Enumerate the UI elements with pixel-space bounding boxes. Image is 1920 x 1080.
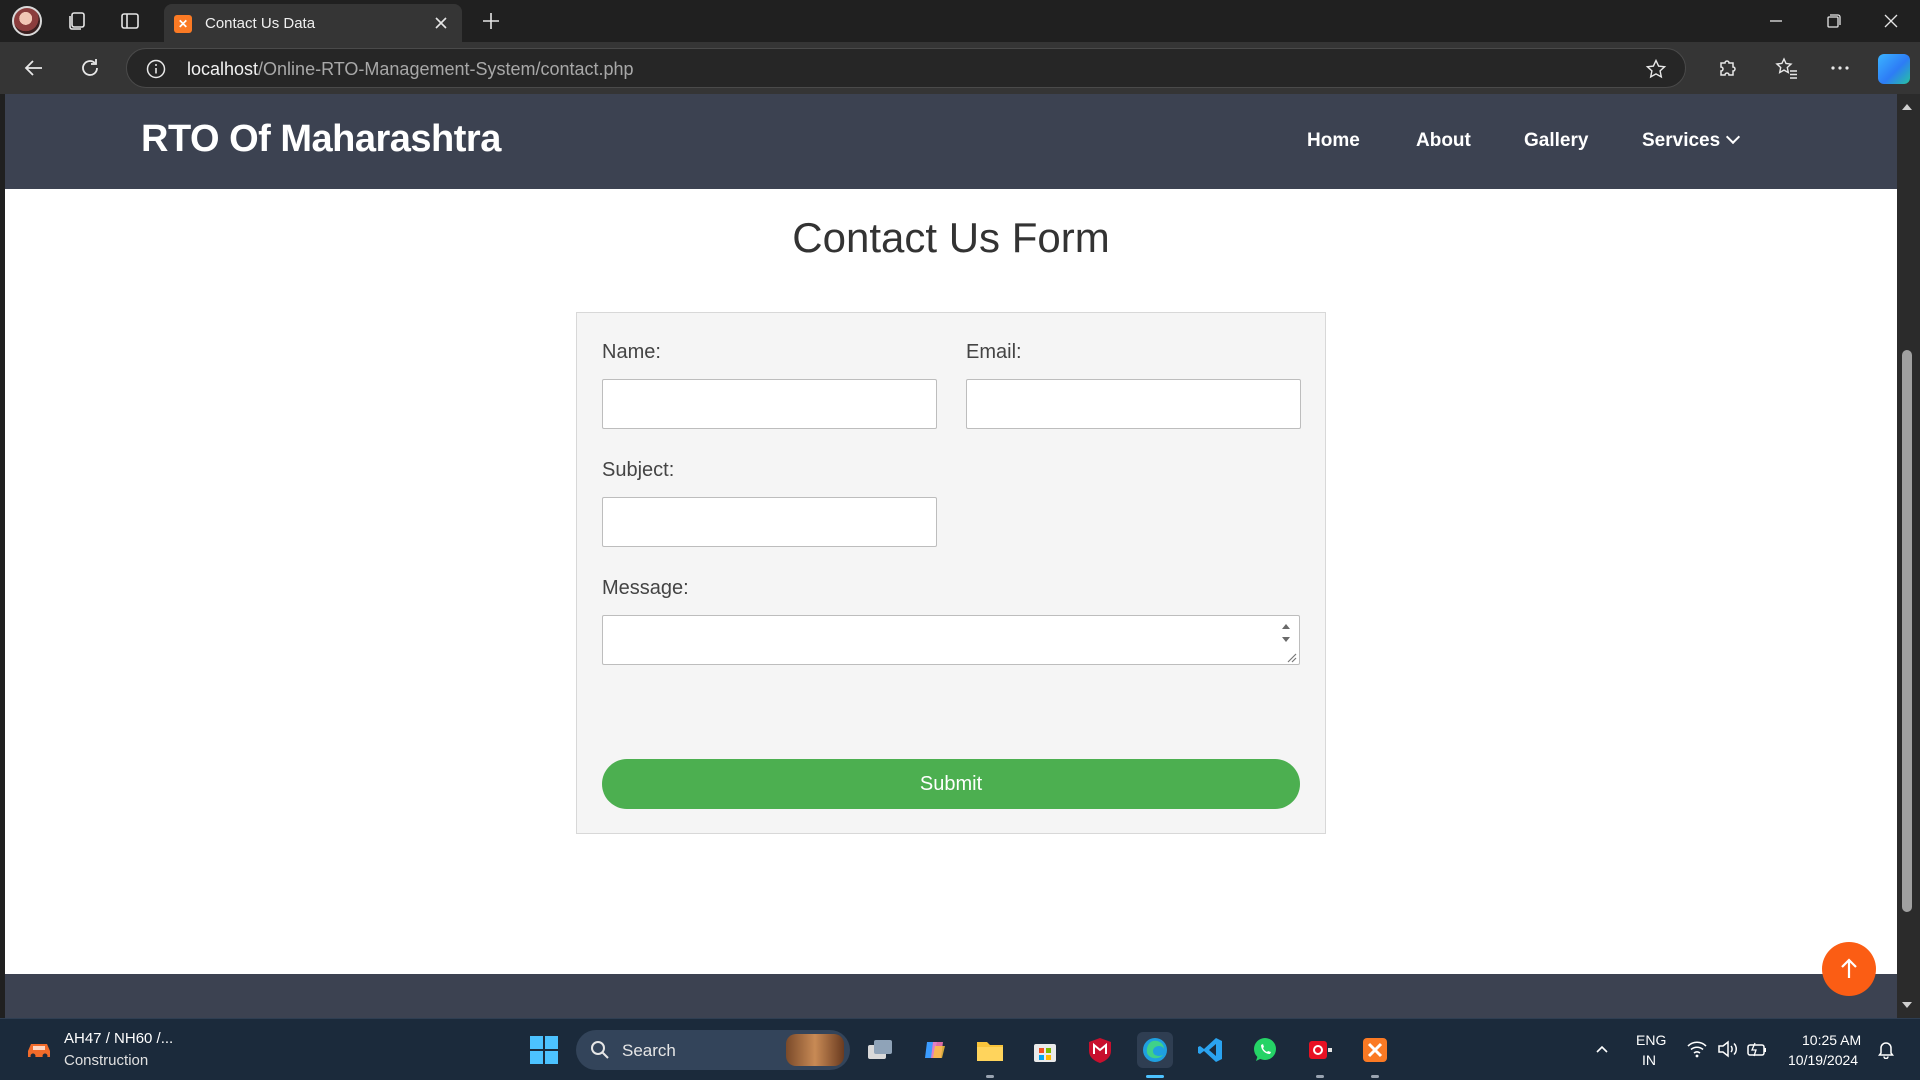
language-indicator[interactable]: ENG	[1636, 1032, 1666, 1048]
new-tab-icon[interactable]	[476, 6, 506, 36]
nav-about[interactable]: About	[1416, 130, 1471, 152]
more-options-icon[interactable]	[1826, 54, 1854, 82]
chevron-down-icon	[1726, 129, 1741, 145]
task-view-icon[interactable]	[862, 1032, 898, 1068]
scroll-up-icon[interactable]	[1900, 100, 1914, 114]
submit-button[interactable]: Submit	[602, 759, 1300, 809]
favorite-star-icon[interactable]	[1645, 58, 1667, 80]
xampp-running-indicator	[1371, 1075, 1379, 1078]
show-hidden-icons-chevron-icon[interactable]	[1594, 1041, 1610, 1057]
xampp-favicon-icon: ✕	[174, 15, 192, 33]
volume-icon[interactable]	[1716, 1039, 1738, 1059]
explorer-running-indicator	[986, 1075, 994, 1078]
subject-label: Subject:	[602, 459, 675, 481]
xampp-icon[interactable]	[1357, 1032, 1393, 1068]
scrollbar-thumb[interactable]	[1902, 350, 1912, 912]
contact-form: Name: Email: Subject: Message: Submit	[576, 312, 1326, 834]
profile-avatar[interactable]	[12, 6, 42, 36]
nav-home[interactable]: Home	[1307, 130, 1360, 152]
media-running-indicator	[1316, 1075, 1324, 1078]
email-label: Email:	[966, 341, 1022, 363]
edge-active-indicator	[1146, 1075, 1164, 1078]
notification-bell-icon[interactable]	[1876, 1039, 1896, 1060]
message-label: Message:	[602, 577, 689, 599]
file-explorer-icon[interactable]	[972, 1032, 1008, 1068]
site-brand[interactable]: RTO Of Maharashtra	[141, 118, 501, 161]
restore-icon[interactable]	[1821, 10, 1845, 32]
close-tab-icon[interactable]	[430, 12, 452, 34]
microsoft-store-icon[interactable]	[1027, 1032, 1063, 1068]
traffic-widget-status[interactable]: Construction	[64, 1052, 148, 1069]
collections-icon[interactable]	[62, 6, 92, 36]
favorites-icon[interactable]	[1772, 54, 1800, 82]
mcafee-icon[interactable]	[1082, 1032, 1118, 1068]
tab-title: Contact Us Data	[205, 15, 316, 32]
refresh-icon[interactable]	[76, 54, 104, 82]
email-field[interactable]	[966, 379, 1301, 429]
resize-handle-icon[interactable]	[1285, 650, 1297, 663]
search-icon	[590, 1040, 610, 1060]
arrow-up-icon	[1841, 958, 1857, 978]
name-label: Name:	[602, 341, 661, 363]
extensions-icon[interactable]	[1713, 54, 1741, 82]
copilot-app-icon[interactable]	[917, 1032, 953, 1068]
message-textarea[interactable]	[602, 615, 1300, 665]
search-placeholder: Search	[622, 1041, 676, 1060]
traffic-car-icon[interactable]	[24, 1037, 54, 1061]
site-navbar: RTO Of Maharashtra Home About Gallery Se…	[5, 94, 1897, 189]
taskbar-search[interactable]: Search	[576, 1030, 850, 1070]
tab-contact-us[interactable]: ✕ Contact Us Data	[164, 4, 462, 42]
traffic-widget-title[interactable]: AH47 / NH60 /...	[64, 1030, 173, 1047]
close-window-icon[interactable]	[1879, 10, 1903, 32]
windows-start-icon[interactable]	[528, 1034, 560, 1066]
search-highlight-image	[786, 1034, 844, 1066]
battery-icon[interactable]	[1746, 1039, 1768, 1059]
page-viewport: RTO Of Maharashtra Home About Gallery Se…	[5, 94, 1897, 1018]
page-title: Contact Us Form	[792, 214, 1110, 261]
back-icon[interactable]	[20, 54, 48, 82]
site-footer	[5, 974, 1897, 1018]
windows-taskbar: AH47 / NH60 /... Construction Search ENG…	[0, 1018, 1920, 1080]
url-host: localhost	[187, 59, 259, 79]
nav-services-label: Services	[1642, 130, 1721, 151]
media-player-icon[interactable]	[1302, 1032, 1338, 1068]
site-info-icon[interactable]	[145, 58, 167, 80]
wifi-icon[interactable]	[1686, 1039, 1708, 1059]
region-indicator[interactable]: IN	[1642, 1052, 1656, 1068]
name-field[interactable]	[602, 379, 937, 429]
minimize-icon[interactable]	[1764, 10, 1788, 32]
subject-field[interactable]	[602, 497, 937, 547]
clock-date[interactable]: 10/19/2024	[1788, 1052, 1858, 1068]
scroll-down-icon[interactable]	[1900, 998, 1914, 1012]
nav-gallery[interactable]: Gallery	[1524, 130, 1588, 152]
url-text: localhost/Online-RTO-Management-System/c…	[187, 59, 634, 80]
textarea-scroll-arrows-icon[interactable]	[1281, 620, 1291, 646]
edge-browser-icon[interactable]	[1137, 1032, 1173, 1068]
browser-tab-strip: ✕ Contact Us Data	[0, 0, 1920, 42]
url-path: /Online-RTO-Management-System/contact.ph…	[258, 59, 634, 79]
address-bar[interactable]: localhost/Online-RTO-Management-System/c…	[126, 48, 1686, 88]
vertical-tabs-icon[interactable]	[115, 6, 145, 36]
copilot-icon[interactable]	[1878, 54, 1910, 84]
back-to-top-button[interactable]	[1822, 942, 1876, 996]
vscode-icon[interactable]	[1192, 1032, 1228, 1068]
whatsapp-icon[interactable]	[1247, 1032, 1283, 1068]
browser-toolbar: localhost/Online-RTO-Management-System/c…	[0, 42, 1920, 94]
nav-services[interactable]: Services	[1642, 129, 1741, 152]
clock-time[interactable]: 10:25 AM	[1802, 1032, 1861, 1048]
